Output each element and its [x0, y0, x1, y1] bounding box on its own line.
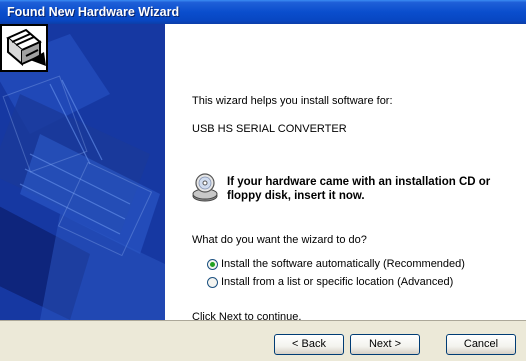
cancel-button[interactable]: Cancel [446, 334, 516, 355]
next-button[interactable]: Next > [350, 334, 420, 355]
option-label[interactable]: Install the software automatically (Reco… [221, 258, 465, 270]
wizard-content: This wizard helps you install software f… [165, 24, 526, 323]
button-bar: < Back Next > Cancel [0, 320, 526, 361]
device-name: USB HS SERIAL CONVERTER [192, 123, 347, 135]
option-install-from-list[interactable]: Install from a list or specific location… [207, 276, 453, 288]
intro-text: This wizard helps you install software f… [192, 95, 393, 107]
wizard-side-panel [0, 24, 165, 320]
wizard-window: Found New Hardware Wizard This wizard he… [0, 0, 526, 361]
title-bar[interactable]: Found New Hardware Wizard [0, 0, 526, 24]
radio-button[interactable] [207, 276, 218, 288]
question-text: What do you want the wizard to do? [192, 234, 367, 246]
cd-prompt-line1: If your hardware came with an installati… [227, 176, 491, 188]
cd-icon [192, 173, 218, 202]
option-label[interactable]: Install from a list or specific location… [221, 276, 453, 288]
cd-prompt-line2: floppy disk, insert it now. [227, 190, 365, 202]
hardware-wizard-icon [0, 24, 48, 72]
back-button[interactable]: < Back [274, 334, 344, 355]
window-title: Found New Hardware Wizard [7, 5, 180, 19]
radio-button-selected[interactable] [207, 258, 218, 270]
cd-prompt: If your hardware came with an installati… [227, 175, 490, 203]
option-install-automatically[interactable]: Install the software automatically (Reco… [207, 258, 465, 270]
